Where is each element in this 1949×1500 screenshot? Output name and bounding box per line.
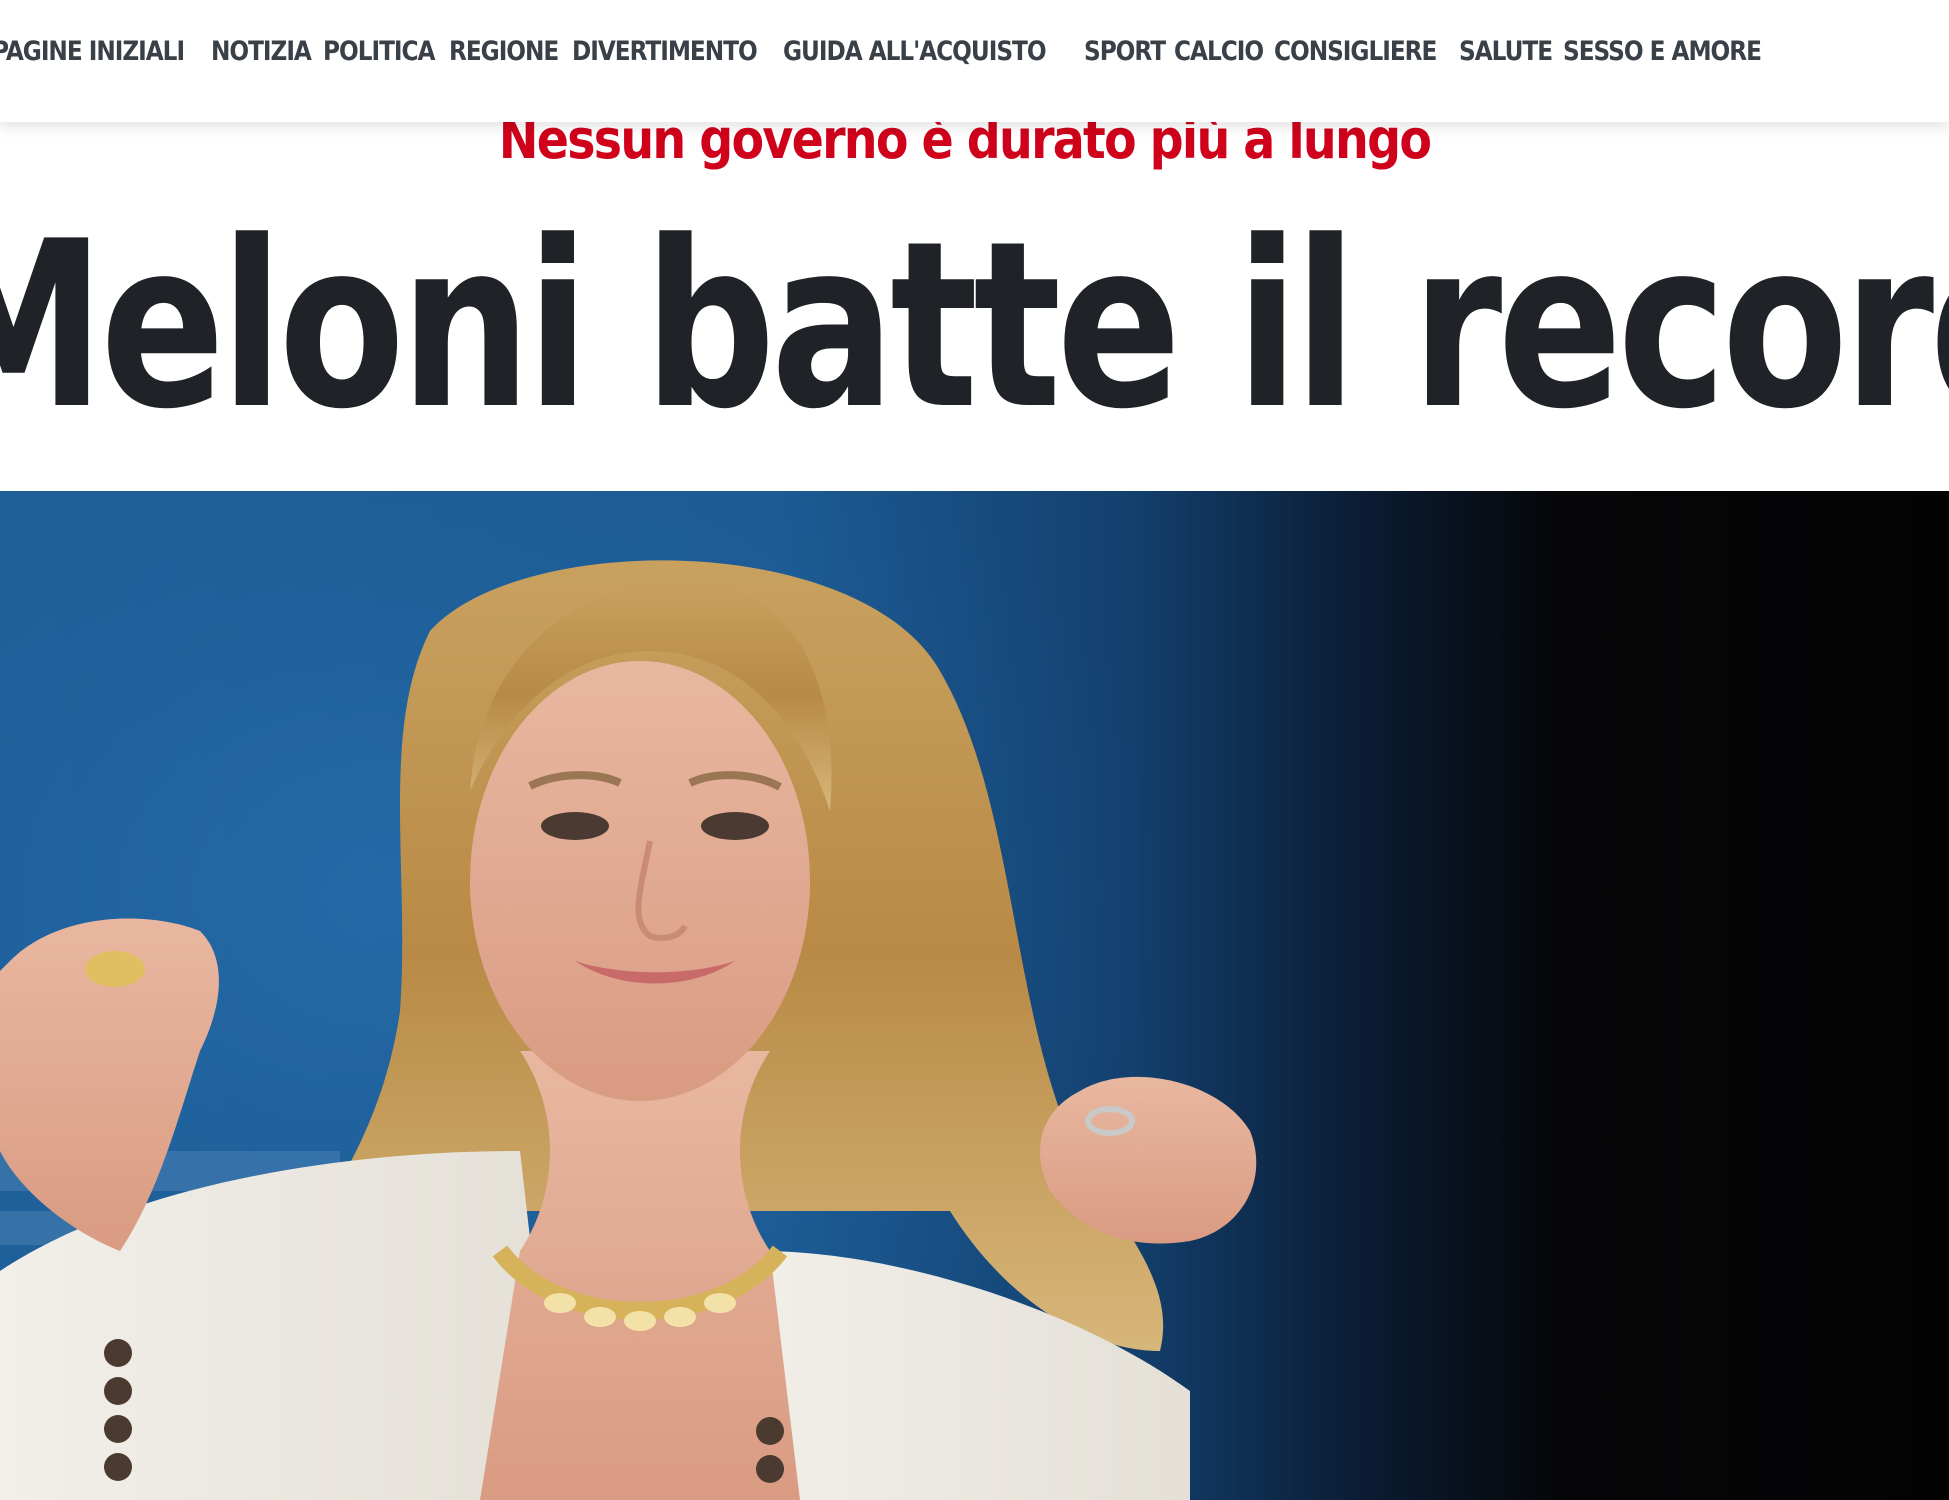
right-eye xyxy=(701,812,769,840)
nav-item-regione[interactable]: REGIONE xyxy=(449,36,559,67)
left-eye xyxy=(541,812,609,840)
nav-item-divertimento[interactable]: DIVERTIMENTO xyxy=(572,36,758,67)
nav-item-consigliere[interactable]: CONSIGLIERE xyxy=(1274,36,1437,67)
top-navigation-bar: PAGINE INIZIALI NOTIZIA POLITICA REGIONE… xyxy=(0,0,1949,122)
nav-item-guida-acquisto[interactable]: GUIDA ALL'ACQUISTO xyxy=(783,36,1047,67)
nav-menu: PAGINE INIZIALI NOTIZIA POLITICA REGIONE… xyxy=(0,36,1763,67)
nav-item-politica[interactable]: POLITICA xyxy=(323,36,435,67)
nav-item-salute[interactable]: SALUTE xyxy=(1459,36,1553,67)
nav-item-calcio[interactable]: CALCIO xyxy=(1174,36,1264,67)
hero-photo-illustration xyxy=(0,491,1300,1500)
hero-photo[interactable] xyxy=(0,491,1949,1500)
nav-item-notizia[interactable]: NOTIZIA xyxy=(211,36,312,67)
article-headline[interactable]: Meloni batte il record italiano xyxy=(0,212,1949,442)
nav-item-sesso-e-amore[interactable]: SESSO E AMORE xyxy=(1563,36,1762,67)
nav-item-sport[interactable]: SPORT xyxy=(1084,36,1166,67)
gold-ring-left xyxy=(85,951,145,987)
nav-item-pagine-iniziali[interactable]: PAGINE INIZIALI xyxy=(0,36,185,67)
article-page: PAGINE INIZIALI NOTIZIA POLITICA REGIONE… xyxy=(0,0,1949,1500)
